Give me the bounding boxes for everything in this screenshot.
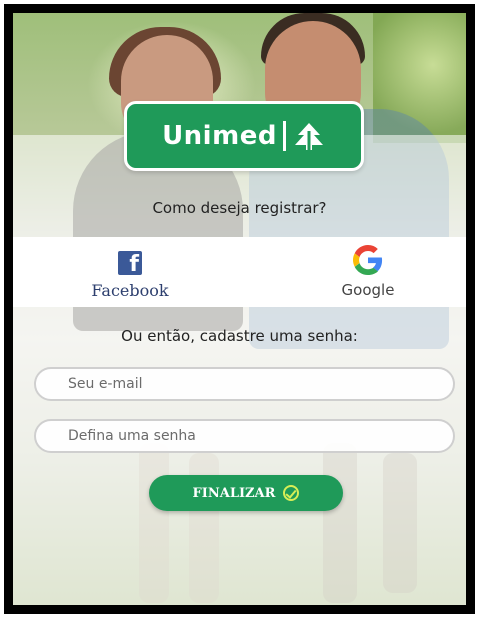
check-circle-icon (283, 485, 300, 501)
unimed-tree-icon (292, 121, 326, 151)
email-field[interactable] (34, 367, 455, 401)
facebook-label: Facebook (91, 281, 169, 300)
registration-screen: Unimed Como deseja registrar? f Facebook (13, 13, 466, 605)
device-frame: Unimed Como deseja registrar? f Facebook (4, 4, 475, 614)
facebook-icon: f (118, 251, 142, 276)
logo-divider (282, 121, 286, 151)
password-option-text: Ou então, cadastre uma senha: (121, 327, 358, 345)
google-login-button[interactable]: Google (293, 245, 443, 299)
register-question: Como deseja registrar? (152, 199, 327, 217)
google-icon (353, 245, 383, 275)
finalize-label: FINALIZAR (192, 485, 276, 501)
facebook-login-button[interactable]: f Facebook (55, 245, 205, 300)
unimed-logo: Unimed (124, 101, 364, 171)
logo-wordmark: Unimed (162, 121, 277, 151)
social-login-band: f Facebook Google (13, 237, 466, 307)
password-field[interactable] (34, 419, 455, 453)
finalize-button[interactable]: FINALIZAR (149, 475, 343, 511)
google-label: Google (341, 281, 395, 299)
